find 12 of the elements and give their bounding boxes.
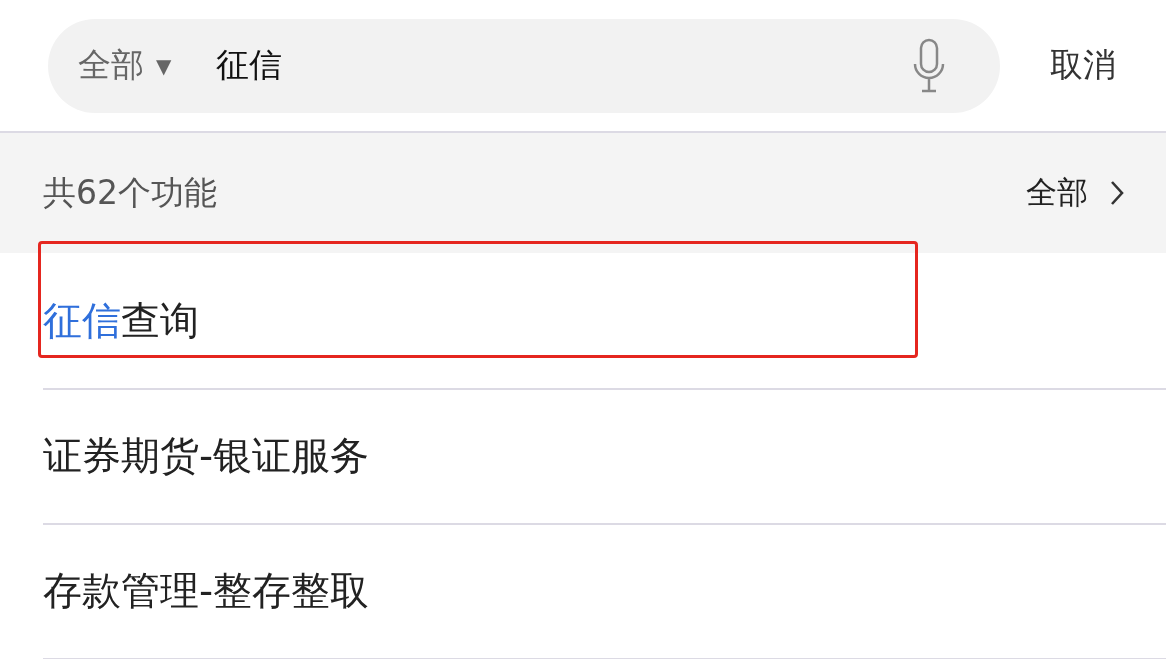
search-query: 征信 [216,44,284,86]
cancel-button[interactable]: 取消 [1050,43,1116,88]
result-count: 共62个功能 [43,171,217,214]
caret-icon: ▼ [156,53,172,78]
search-field[interactable]: 全部 ▼ 征信 [48,18,1000,113]
result-title[interactable]: 存款管理-整存整取 [43,563,370,618]
scope-dropdown[interactable]: 全部 [78,43,144,88]
all-link[interactable]: 全部 [1026,172,1124,214]
chevron-right-icon [1110,180,1124,206]
result-title[interactable]: 征信查询 [43,293,199,348]
result-title[interactable]: 证券期货-银证服务 [43,428,370,483]
microphone-icon[interactable] [912,37,946,94]
